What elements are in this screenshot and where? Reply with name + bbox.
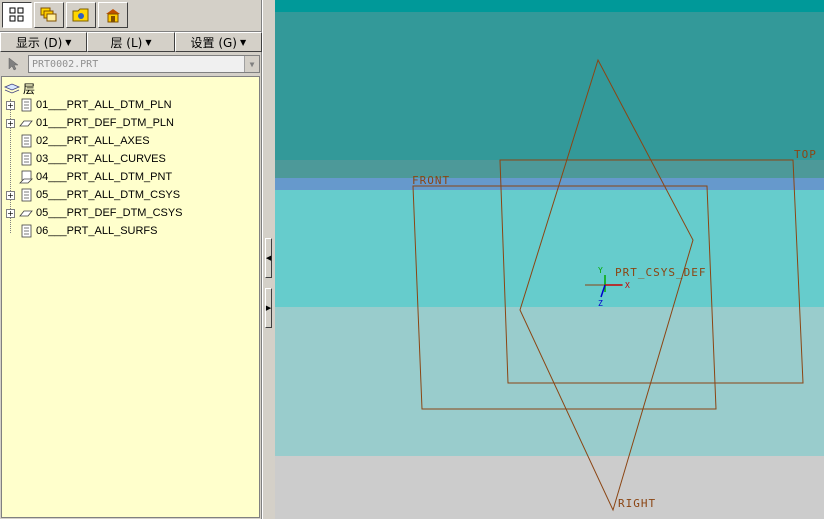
tree-item-label: 01___PRT_ALL_DTM_PLN: [36, 99, 172, 111]
layer-menu-button[interactable]: 层 (L) ▼: [87, 32, 175, 52]
select-pointer-button[interactable]: [2, 54, 24, 74]
plane-icon: [19, 120, 33, 127]
tree-item[interactable]: 06___PRT_ALL_SURFS: [6, 223, 157, 239]
navigator-panel: 显示 (D) ▼ 层 (L) ▼ 设置 (G) ▼ PRT0002.PRT ▼: [0, 0, 262, 519]
show-menu-label: 显示 (D): [15, 35, 63, 50]
chevron-left-icon: ◀: [265, 254, 272, 262]
layer-menu-label: 层 (L): [110, 35, 143, 50]
settings-menu-button[interactable]: 设置 (G) ▼: [174, 32, 262, 52]
layer-icon: [21, 98, 32, 112]
tree-item[interactable]: + 01___PRT_ALL_DTM_PLN: [6, 97, 172, 113]
csys-z-label: Z: [598, 299, 603, 308]
tab-model-tree[interactable]: [2, 2, 32, 28]
layers-icon: [40, 7, 57, 22]
datum-label-right[interactable]: RIGHT: [618, 497, 656, 510]
tree-root-label: 层: [23, 82, 36, 96]
chevron-right-icon: ▶: [265, 304, 272, 312]
connections-icon: [106, 9, 120, 23]
tab-connections[interactable]: [98, 2, 128, 28]
datum-planes-drawing: [412, 58, 804, 512]
csys-x-label: X: [625, 281, 630, 290]
tree-item[interactable]: + 05___PRT_DEF_DTM_CSYS: [6, 205, 183, 221]
plane-icon: [19, 210, 33, 217]
show-menu-button[interactable]: 显示 (D) ▼: [0, 32, 88, 52]
tree-item-label: 04___PRT_ALL_DTM_PNT: [36, 171, 173, 183]
tree-item-label: 02___PRT_ALL_AXES: [36, 135, 150, 147]
favorites-folder-icon: [72, 8, 89, 22]
expand-icon[interactable]: +: [6, 118, 15, 128]
tab-layers[interactable]: [34, 2, 64, 28]
expand-icon[interactable]: +: [6, 100, 15, 110]
tree-item[interactable]: + 05___PRT_ALL_DTM_CSYS: [6, 187, 180, 203]
layer-tree: 层 + 01___PRT_ALL_DTM_PLN + 01___PRT_DEF_…: [1, 76, 260, 518]
tree-item-label: 05___PRT_DEF_DTM_CSYS: [36, 207, 183, 219]
layer-icon: [21, 224, 32, 238]
model-select[interactable]: PRT0002.PRT ▼: [28, 55, 260, 73]
tree-root[interactable]: 层: [4, 80, 35, 97]
expand-right-button[interactable]: ▶: [265, 288, 272, 328]
tab-favorites-folder[interactable]: [66, 2, 96, 28]
dropdown-arrow-icon: ▼: [65, 37, 72, 47]
tree-item[interactable]: 03___PRT_ALL_CURVES: [6, 151, 166, 167]
tree-item[interactable]: 04___PRT_ALL_DTM_PNT: [6, 169, 172, 185]
navigator-tabs: [2, 2, 130, 30]
expand-icon[interactable]: +: [6, 208, 15, 218]
layer-menu-bar: 显示 (D) ▼ 层 (L) ▼ 设置 (G) ▼: [0, 31, 262, 52]
layer-icon: [21, 152, 32, 166]
datum-label-front[interactable]: FRONT: [412, 174, 450, 187]
csys-label[interactable]: PRT_CSYS_DEF: [615, 266, 706, 279]
tree-item[interactable]: 02___PRT_ALL_AXES: [6, 133, 150, 149]
layer-icon: [21, 188, 32, 202]
datum-label-top[interactable]: TOP: [794, 148, 817, 161]
expand-icon[interactable]: +: [6, 190, 15, 200]
collapse-left-button[interactable]: ◀: [265, 238, 272, 278]
layers-stack-icon: [4, 83, 20, 93]
settings-menu-label: 设置 (G): [190, 35, 237, 50]
pointer-arrow-icon: [8, 57, 19, 71]
model-selector-row: PRT0002.PRT ▼: [0, 53, 262, 75]
csys-y-label: Y: [598, 266, 603, 275]
datum-plane-front[interactable]: [412, 185, 717, 410]
model-select-value: PRT0002.PRT: [32, 58, 99, 70]
tree-item-label: 03___PRT_ALL_CURVES: [36, 153, 166, 165]
graphics-window[interactable]: TOP FRONT RIGHT PRT_CSYS_DEF Y X Z: [275, 0, 824, 519]
layer-icon: [21, 134, 32, 148]
plane-icon: [19, 170, 33, 184]
tree-item-label: 06___PRT_ALL_SURFS: [36, 225, 158, 237]
dropdown-arrow-icon: ▼: [145, 37, 152, 47]
tree-item-label: 01___PRT_DEF_DTM_PLN: [36, 117, 174, 129]
panel-splitter[interactable]: ◀ ▶: [262, 0, 275, 519]
dropdown-arrow-icon: ▼: [239, 37, 247, 47]
tree-item[interactable]: + 01___PRT_DEF_DTM_PLN: [6, 115, 174, 131]
model-tree-icon: [9, 7, 24, 22]
tree-item-label: 05___PRT_ALL_DTM_CSYS: [36, 189, 181, 201]
chevron-down-icon[interactable]: ▼: [244, 56, 259, 72]
